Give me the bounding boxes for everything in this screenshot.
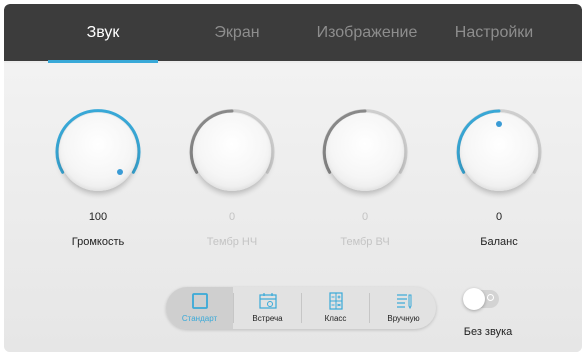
mode-class-button[interactable]: Класс xyxy=(302,287,369,329)
treble-label: Тембр ВЧ xyxy=(340,236,390,248)
treble-value: 0 xyxy=(361,211,369,223)
balance-label: Баланс xyxy=(480,236,518,248)
treble-knob-body xyxy=(326,113,404,191)
mode-meeting-button[interactable]: Встреча xyxy=(234,287,301,329)
tab-screen[interactable]: Экран xyxy=(182,4,292,61)
bass-value: 0 xyxy=(228,211,236,223)
volume-label: Громкость xyxy=(71,236,125,248)
volume-knob-body xyxy=(59,113,137,191)
volume-knob-indicator xyxy=(117,169,123,175)
mute-label: Без звука xyxy=(463,326,513,338)
toggle-off-icon xyxy=(487,294,494,301)
balance-value: 0 xyxy=(495,211,503,223)
tab-bar: Звук Экран Изображение Настройки xyxy=(4,4,582,63)
calculator-icon xyxy=(329,292,343,310)
mode-manual-button[interactable]: Вручную xyxy=(370,287,437,329)
bass-label: Тембр НЧ xyxy=(206,236,258,248)
mute-toggle-thumb xyxy=(463,288,485,310)
bass-knob-body xyxy=(193,113,271,191)
tab-image[interactable]: Изображение xyxy=(302,4,432,61)
bass-knob[interactable] xyxy=(180,100,284,204)
sound-mode-selector: Стандарт Встреча Класс Вручную xyxy=(166,287,436,329)
balance-knob[interactable] xyxy=(447,100,551,204)
tab-sound[interactable]: Звук xyxy=(48,4,158,61)
treble-knob[interactable] xyxy=(313,100,417,204)
volume-value: 100 xyxy=(88,211,108,223)
manual-edit-icon xyxy=(397,294,412,310)
mute-toggle[interactable] xyxy=(463,288,499,310)
square-icon xyxy=(192,293,208,309)
mode-meeting-label: Встреча xyxy=(252,314,283,323)
mode-standard-label: Стандарт xyxy=(181,314,218,323)
tab-settings[interactable]: Настройки xyxy=(434,4,554,61)
sound-settings-panel: Звук Экран Изображение Настройки 100 Гро… xyxy=(4,4,582,352)
mode-standard-button[interactable]: Стандарт xyxy=(166,287,233,329)
balance-knob-indicator xyxy=(496,121,502,127)
calendar-icon xyxy=(259,293,277,309)
volume-knob[interactable] xyxy=(46,100,150,204)
mode-class-label: Класс xyxy=(324,314,347,323)
mode-manual-label: Вручную xyxy=(387,314,420,323)
